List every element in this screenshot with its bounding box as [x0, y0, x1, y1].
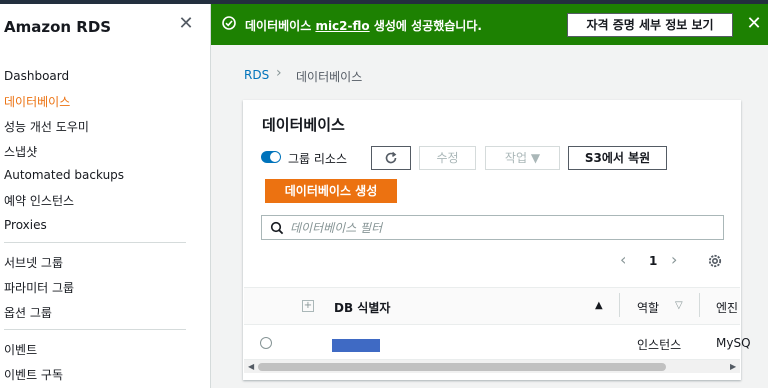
scroll-left-arrow-icon[interactable]: ◀: [248, 362, 254, 371]
breadcrumb-rds[interactable]: RDS: [244, 68, 269, 82]
search-icon: [270, 221, 284, 235]
chevron-left-icon[interactable]: ‹: [620, 250, 626, 269]
column-divider: [699, 293, 700, 317]
sidebar-item-event-subscriptions[interactable]: 이벤트 구독: [4, 366, 63, 383]
column-header-engine[interactable]: 엔진: [716, 299, 738, 316]
page-title: 데이터베이스: [262, 116, 345, 134]
edit-button[interactable]: 수정: [419, 146, 476, 170]
flash-suffix: 생성에 성공했습니다.: [373, 19, 482, 33]
sidebar-item-performance-insights[interactable]: 성능 개선 도우미: [4, 118, 89, 135]
scroll-right-arrow-icon[interactable]: ▶: [730, 362, 736, 371]
gear-icon[interactable]: [707, 253, 723, 269]
check-circle-icon: [222, 16, 236, 30]
sidebar-item-subnet-groups[interactable]: 서브넷 그룹: [4, 254, 63, 271]
flash-message: 데이터베이스 mic2-flo 생성에 성공했습니다.: [245, 17, 482, 34]
restore-from-s3-button[interactable]: S3에서 복원: [568, 146, 667, 170]
sidebar-item-reserved-instances[interactable]: 예약 인스턴스: [4, 192, 74, 209]
sidebar-item-parameter-groups[interactable]: 파라미터 그룹: [4, 279, 74, 296]
sidebar-item-events[interactable]: 이벤트: [4, 341, 37, 358]
table-header: [244, 287, 740, 325]
column-header-role[interactable]: 역할: [637, 299, 659, 316]
column-divider: [619, 293, 620, 317]
table-cell-role: 인스턴스: [637, 338, 682, 352]
actions-label: 작업: [504, 151, 528, 165]
page-number[interactable]: 1: [649, 254, 657, 268]
view-credentials-button[interactable]: 자격 증명 세부 정보 보기: [567, 13, 733, 37]
filter-search-box: [261, 215, 724, 240]
close-icon[interactable]: ✕: [176, 14, 196, 34]
sidebar-item-option-groups[interactable]: 옵션 그룹: [4, 304, 52, 321]
column-header-db-identifier[interactable]: DB 식별자: [334, 299, 390, 316]
row-select-radio[interactable]: [260, 337, 272, 349]
sidebar-item-automated-backups[interactable]: Automated backups: [4, 168, 124, 182]
horizontal-scrollbar[interactable]: ◀ ▶: [244, 359, 740, 373]
sidebar-item-snapshots[interactable]: 스냅샷: [4, 143, 37, 160]
caret-down-icon: ▼: [530, 151, 541, 165]
flash-prefix: 데이터베이스: [245, 19, 312, 33]
chevron-right-icon: ›: [276, 65, 282, 81]
table-cell-engine: MySQ: [716, 336, 751, 350]
group-resources-label: 그룹 리소스: [288, 152, 348, 166]
refresh-button[interactable]: [371, 146, 411, 170]
group-resources-toggle[interactable]: [261, 151, 281, 163]
create-database-button[interactable]: 데이터베이스 생성: [265, 179, 397, 203]
refresh-icon: [385, 151, 397, 164]
sidebar-divider: [4, 329, 186, 330]
breadcrumb-current: 데이터베이스: [296, 70, 363, 84]
success-flash-banner: 데이터베이스 mic2-flo 생성에 성공했습니다. 자격 증명 세부 정보 …: [211, 4, 768, 45]
sidebar-item-databases[interactable]: 데이터베이스: [4, 93, 70, 110]
sidebar-item-dashboard[interactable]: Dashboard: [4, 69, 69, 83]
sort-icon[interactable]: ▽: [675, 300, 683, 311]
sort-ascending-icon[interactable]: ▲: [595, 300, 603, 311]
actions-dropdown[interactable]: 작업 ▼: [485, 146, 560, 170]
scrollbar-thumb[interactable]: [258, 363, 666, 371]
db-name-link[interactable]: mic2-flo: [315, 19, 369, 33]
sidebar-divider: [4, 242, 186, 243]
sidebar-item-proxies[interactable]: Proxies: [4, 218, 47, 232]
db-identifier-redacted[interactable]: [332, 339, 380, 352]
expand-icon[interactable]: +: [302, 300, 314, 312]
close-icon[interactable]: ✕: [744, 14, 764, 34]
sidebar-title: Amazon RDS: [4, 18, 112, 36]
filter-databases-input[interactable]: [290, 218, 710, 237]
chevron-right-icon[interactable]: ›: [671, 250, 677, 269]
